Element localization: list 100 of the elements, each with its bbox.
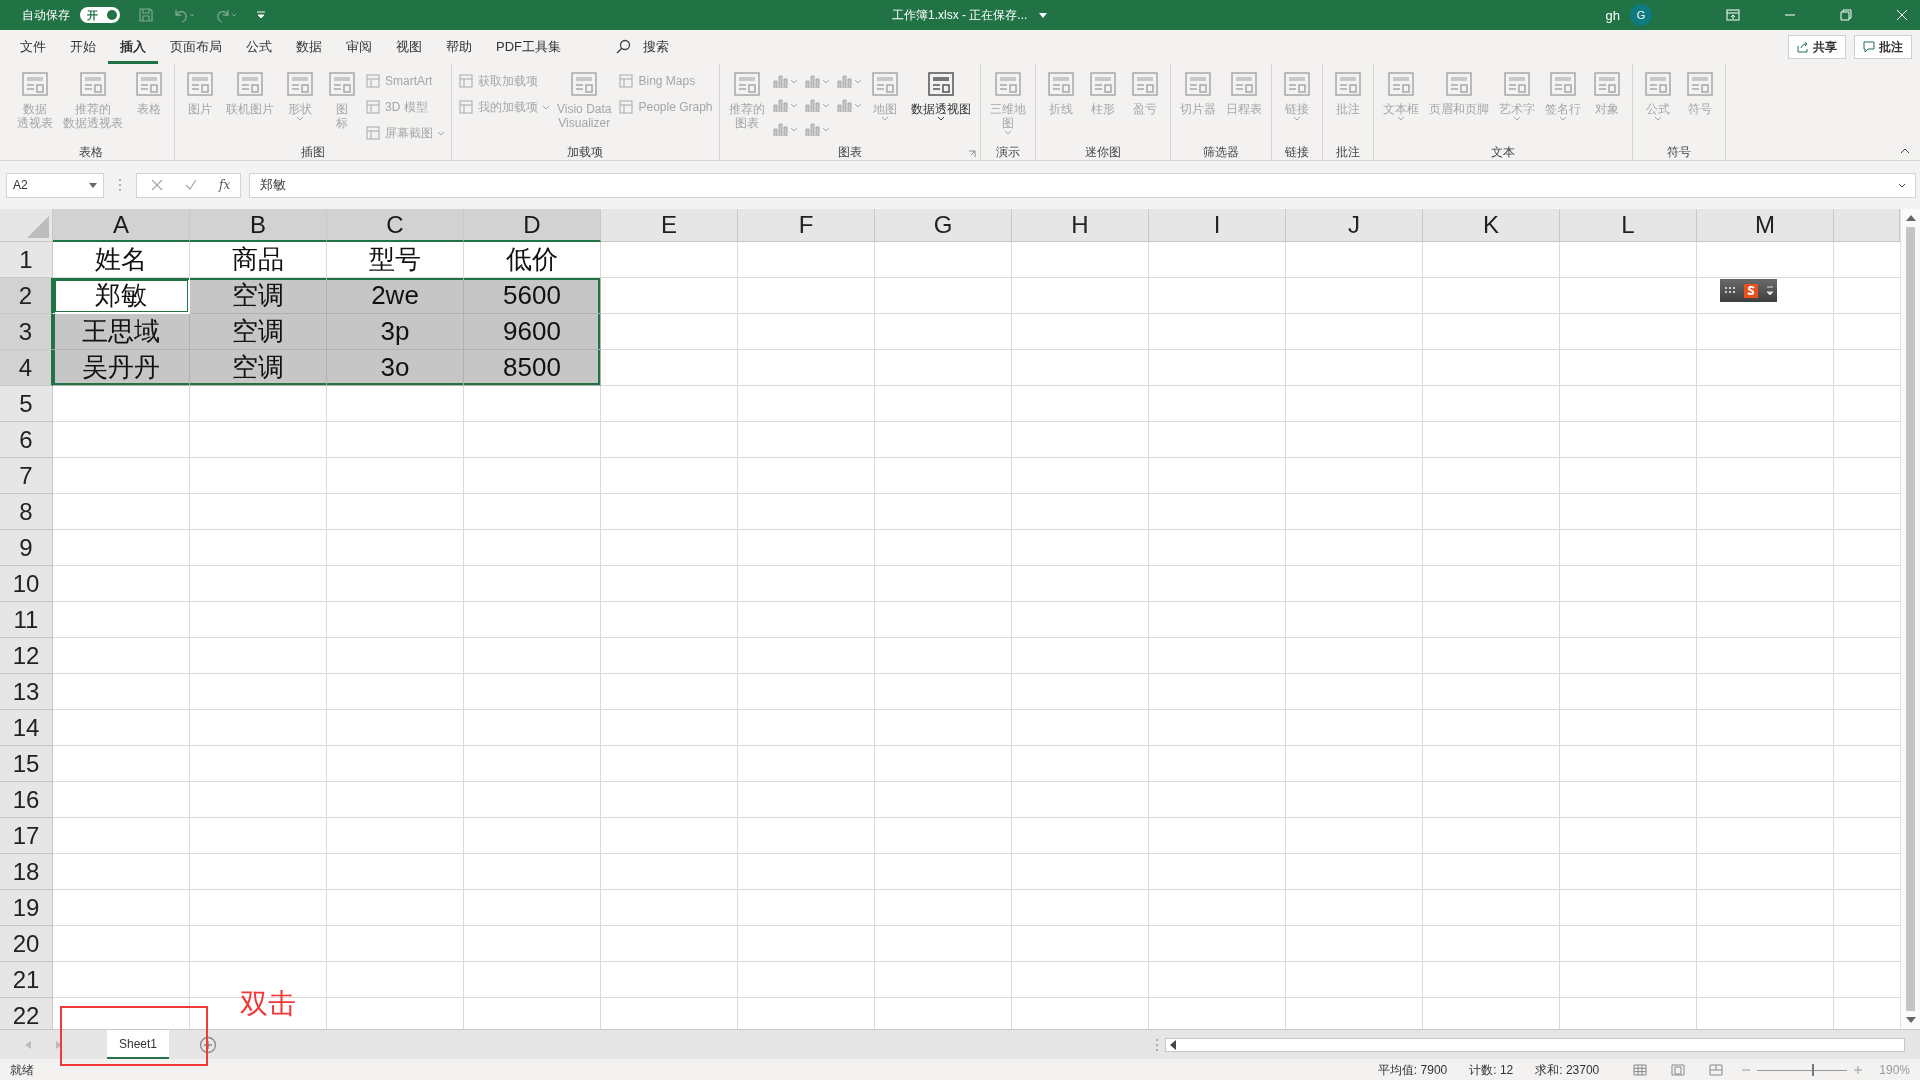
comments-button[interactable]: 批注 xyxy=(1854,35,1912,59)
row-header[interactable]: 22 xyxy=(0,998,53,1029)
search-icon[interactable] xyxy=(615,39,631,55)
column-header[interactable]: G xyxy=(875,209,1012,242)
undo-icon[interactable] xyxy=(172,7,196,23)
row-header[interactable]: 9 xyxy=(0,530,53,566)
row-header[interactable]: 8 xyxy=(0,494,53,530)
row-header[interactable]: 5 xyxy=(0,386,53,422)
scroll-left-icon[interactable] xyxy=(1170,1039,1176,1050)
column-header[interactable]: L xyxy=(1560,209,1697,242)
row-header[interactable]: 16 xyxy=(0,782,53,818)
panel-icon xyxy=(618,73,635,89)
drag-handle-icon[interactable] xyxy=(118,178,122,192)
scroll-down-icon[interactable] xyxy=(1905,1017,1916,1023)
vertical-scrollbar[interactable] xyxy=(1900,209,1920,1029)
column-header[interactable]: A xyxy=(53,209,190,242)
caret-icon xyxy=(789,78,798,84)
column-header[interactable]: C xyxy=(327,209,464,242)
row-header[interactable]: 4 xyxy=(0,350,53,386)
next-sheet-icon[interactable] xyxy=(56,1040,62,1049)
table-cell: 9600 xyxy=(464,314,601,350)
column-header[interactable]: I xyxy=(1149,209,1286,242)
table-cell: 空调 xyxy=(190,314,327,350)
row-header[interactable]: 6 xyxy=(0,422,53,458)
drag-handle-icon[interactable] xyxy=(1155,1037,1159,1052)
menu-tab[interactable]: 审阅 xyxy=(334,30,384,64)
menu-tab[interactable]: 数据 xyxy=(284,30,334,64)
insert-function-button[interactable]: fx xyxy=(219,178,231,192)
add-sheet-icon[interactable] xyxy=(199,1035,218,1054)
column-header[interactable]: H xyxy=(1012,209,1149,242)
menu-tab[interactable]: PDF工具集 xyxy=(484,30,573,64)
redo-icon[interactable] xyxy=(214,7,238,23)
row-header[interactable]: 17 xyxy=(0,818,53,854)
row-header[interactable]: 11 xyxy=(0,602,53,638)
caret-icon xyxy=(1558,116,1567,121)
column-header[interactable]: B xyxy=(190,209,327,242)
normal-view-icon[interactable] xyxy=(1633,1064,1648,1076)
select-all-icon[interactable] xyxy=(27,216,49,238)
column-header[interactable]: M xyxy=(1697,209,1834,242)
name-box[interactable]: A2 xyxy=(6,172,104,198)
bar-chart-icon xyxy=(803,121,820,137)
column-header[interactable]: K xyxy=(1423,209,1560,242)
zoom-in-icon[interactable] xyxy=(1853,1065,1864,1075)
cancel-icon[interactable] xyxy=(151,179,163,191)
caret-icon xyxy=(789,126,798,132)
formula-field[interactable]: 郑敏 xyxy=(249,172,1916,198)
column-header[interactable]: F xyxy=(738,209,875,242)
row-header[interactable]: 13 xyxy=(0,674,53,710)
user-avatar[interactable]: G xyxy=(1630,4,1652,26)
column-header[interactable]: J xyxy=(1286,209,1423,242)
slider-thumb[interactable] xyxy=(1812,1064,1815,1076)
ime-toolbar[interactable] xyxy=(1720,279,1777,302)
scroll-up-icon[interactable] xyxy=(1905,215,1916,221)
row-header[interactable]: 20 xyxy=(0,926,53,962)
row-header[interactable]: 14 xyxy=(0,710,53,746)
expand-icon[interactable] xyxy=(1898,182,1906,188)
menu-tab[interactable]: 公式 xyxy=(234,30,284,64)
restore-icon[interactable] xyxy=(1840,9,1852,21)
summary-stat: 计数: 12 xyxy=(1469,1061,1514,1079)
row-header[interactable]: 10 xyxy=(0,566,53,602)
ribbon-display-icon[interactable] xyxy=(1726,9,1740,21)
column-header[interactable]: D xyxy=(464,209,601,242)
menu-tab[interactable]: 开始 xyxy=(58,30,108,64)
table-cell: 2we xyxy=(327,278,464,314)
row-header[interactable]: 18 xyxy=(0,854,53,890)
check-icon[interactable] xyxy=(185,179,197,191)
row-header[interactable]: 7 xyxy=(0,458,53,494)
previous-sheet-icon[interactable] xyxy=(25,1040,31,1049)
customize-icon[interactable] xyxy=(256,10,266,20)
column-header[interactable]: E xyxy=(601,209,738,242)
row-header[interactable]: 12 xyxy=(0,638,53,674)
dialog-launcher-icon[interactable] xyxy=(967,150,976,158)
row-header[interactable]: 19 xyxy=(0,890,53,926)
horizontal-scrollbar[interactable] xyxy=(1165,1037,1905,1052)
menu-tab[interactable]: 视图 xyxy=(384,30,434,64)
sheet-tab[interactable]: Sheet1 xyxy=(107,1030,170,1059)
caret-icon[interactable] xyxy=(1039,12,1048,18)
column-header[interactable] xyxy=(1834,209,1900,242)
close-icon[interactable] xyxy=(1896,9,1908,21)
row-header[interactable]: 3 xyxy=(0,314,53,350)
row-header[interactable]: 21 xyxy=(0,962,53,998)
bar-chart-icon xyxy=(803,97,820,113)
menu-tab[interactable]: 文件 xyxy=(8,30,58,64)
caret-icon xyxy=(936,116,945,121)
caret-icon xyxy=(853,78,862,84)
row-header[interactable]: 1 xyxy=(0,242,53,278)
menu-tab[interactable]: 帮助 xyxy=(434,30,484,64)
row-header[interactable]: 15 xyxy=(0,746,53,782)
save-icon[interactable] xyxy=(138,7,154,23)
caret-icon xyxy=(1653,116,1662,121)
page-layout-icon[interactable] xyxy=(1671,1064,1686,1076)
autosave-toggle[interactable]: 开 xyxy=(80,7,120,23)
page-break-icon[interactable] xyxy=(1709,1064,1724,1076)
table-cell: 空调 xyxy=(190,350,327,386)
search-label[interactable]: 搜索 xyxy=(643,38,669,56)
menu-tab[interactable]: 页面布局 xyxy=(158,30,234,64)
row-header[interactable]: 2 xyxy=(0,278,53,314)
share-button[interactable]: 共享 xyxy=(1788,35,1846,59)
collapse-icon[interactable] xyxy=(1900,148,1910,154)
ribbon-button[interactable]: 数据透视图 xyxy=(907,68,974,144)
